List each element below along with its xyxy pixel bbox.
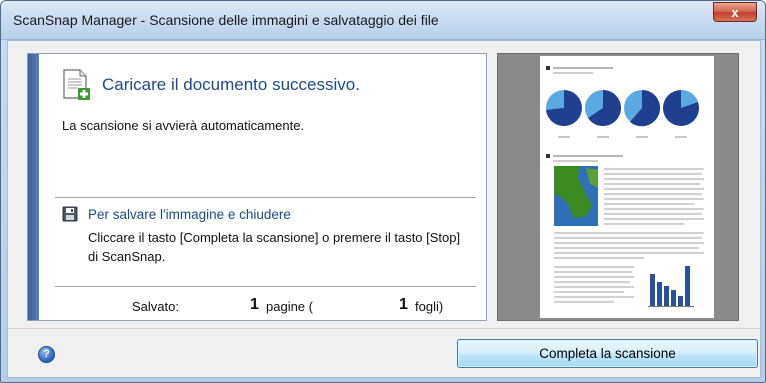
floppy-disk-icon [62,206,78,222]
pages-count: 1 [250,296,259,313]
save-and-close-link[interactable]: Per salvare l'immagine e chiudere [88,207,291,222]
sheets-count: 1 [399,296,408,313]
window-title: ScanSnap Manager - Scansione delle immag… [13,12,439,28]
title-bar[interactable]: ScanSnap Manager - Scansione delle immag… [1,1,765,40]
saved-label: Salvato: [132,299,179,314]
status-panel: Caricare il documento successivo. La sca… [27,53,487,321]
help-icon[interactable]: ? [38,346,55,363]
dialog-body: Caricare il documento successivo. La sca… [7,40,761,378]
divider [55,197,476,198]
page-heading: Caricare il documento successivo. [102,75,360,94]
scanned-page-thumbnail [540,56,714,318]
footer-divider [8,328,760,329]
divider [55,286,476,287]
scan-preview [497,53,739,321]
instructions-text: Cliccare il tasto [Completa la scansione… [88,230,461,264]
document-add-icon [63,69,90,100]
panel-accent-stripe [28,54,39,320]
dialog-window: ScanSnap Manager - Scansione delle immag… [0,0,766,383]
close-button[interactable]: x [713,2,757,22]
auto-scan-text: La scansione si avvierà automaticamente. [62,118,305,133]
sheets-unit: fogli) [415,299,444,314]
complete-scan-button[interactable]: Completa la scansione [457,339,758,368]
pages-unit: pagine ( [266,299,313,314]
page-thumbnail-image [546,66,704,307]
